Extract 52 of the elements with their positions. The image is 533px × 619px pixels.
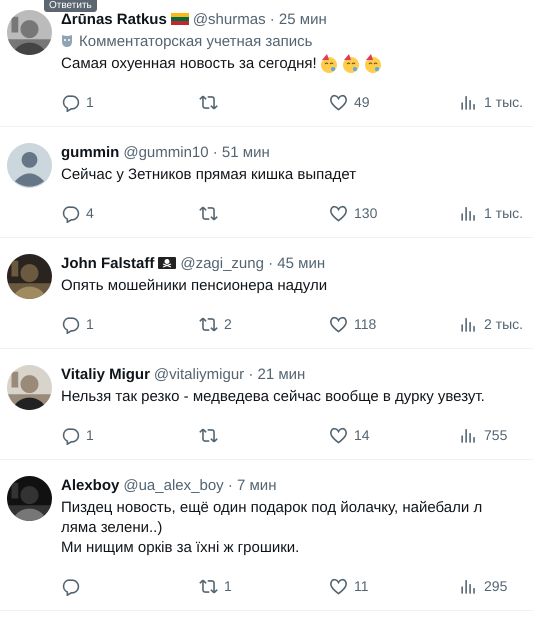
default-avatar-icon[interactable] bbox=[7, 143, 52, 188]
heart-icon[interactable] bbox=[329, 576, 348, 596]
pirate-flag-icon bbox=[158, 257, 176, 269]
handle-and-time[interactable]: @shurmas · 25 мин bbox=[192, 10, 327, 28]
party-face-icon bbox=[318, 54, 339, 74]
user-name[interactable]: gummin bbox=[61, 144, 120, 160]
reply-icon[interactable] bbox=[61, 426, 80, 444]
reply-text: Ми нищим орків за їхні ж грошики. bbox=[61, 538, 300, 558]
reply-icon[interactable] bbox=[61, 204, 80, 222]
handle-and-time[interactable]: @ua_alex_boy · 7 мин bbox=[123, 476, 276, 494]
user-name[interactable]: John Falstaff bbox=[61, 254, 154, 272]
repost-count: 1 bbox=[224, 578, 232, 594]
reply-text: Пиздец новость, ещё один подарок под йолачку, найебали л bbox=[61, 498, 482, 518]
heart-icon[interactable] bbox=[329, 204, 348, 222]
flag-icon bbox=[170, 13, 189, 25]
handle-and-time[interactable]: @vitaliymigur · 21 мин bbox=[154, 366, 306, 382]
heart-icon[interactable] bbox=[329, 426, 348, 444]
heart-icon[interactable] bbox=[329, 92, 348, 112]
like-count: 118 bbox=[354, 316, 376, 332]
like-count: 11 bbox=[354, 578, 369, 594]
reply-count: 1 bbox=[86, 94, 94, 110]
tooltip: Ответить bbox=[44, 0, 97, 12]
reply-text: Опять мошейники пенсионера надули bbox=[61, 276, 328, 296]
user-name[interactable]: Δrūnas Ratkus bbox=[61, 10, 167, 28]
repost-count: 2 bbox=[224, 316, 232, 332]
view-count: 2 тыс. bbox=[484, 316, 524, 332]
view-count: 1 тыс. bbox=[484, 205, 524, 221]
reply-icon[interactable] bbox=[61, 576, 80, 596]
reply-count: 1 bbox=[86, 316, 94, 332]
reply-text: Самая охуенная новость за сегодня! bbox=[61, 54, 317, 74]
view-count: 295 bbox=[484, 578, 508, 594]
handle-and-time[interactable]: @gummin10 · 51 мин bbox=[123, 144, 270, 160]
reply-icon[interactable] bbox=[61, 314, 80, 334]
reply-text: Сейчас у Зетников прямая кишка выпадет bbox=[61, 165, 356, 185]
mask-icon bbox=[61, 34, 73, 48]
view-count: 755 bbox=[484, 427, 508, 443]
like-count: 49 bbox=[354, 94, 370, 110]
reply-count: 1 bbox=[86, 427, 94, 443]
heart-icon[interactable] bbox=[329, 314, 348, 334]
reply-text: ляма зелени..) bbox=[61, 518, 162, 538]
user-name[interactable]: Vitaliy Migur bbox=[61, 366, 150, 382]
like-count: 130 bbox=[354, 205, 378, 221]
account-label: Комментаторская учетная запись bbox=[79, 32, 312, 50]
party-face-icon bbox=[340, 54, 361, 74]
handle-and-time[interactable]: @zagi_zung · 45 мин bbox=[180, 254, 326, 272]
view-count: 1 тыс. bbox=[484, 94, 524, 110]
reply-icon[interactable] bbox=[61, 92, 80, 112]
party-face-icon bbox=[362, 54, 383, 74]
reply-count: 4 bbox=[86, 205, 94, 221]
reply-text: Нельзя так резко - медведева сейчас вообще в дурку увезут. bbox=[61, 387, 485, 407]
like-count: 14 bbox=[354, 427, 370, 443]
user-name[interactable]: Alexboy bbox=[61, 476, 120, 494]
